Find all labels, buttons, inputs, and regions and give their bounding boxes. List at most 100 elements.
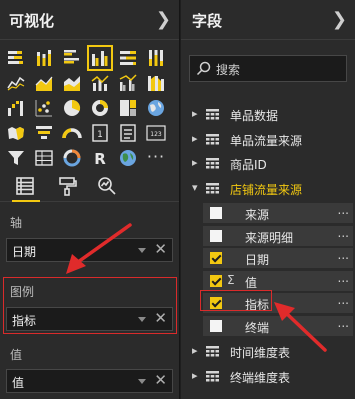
slicer-icon[interactable] — [6, 148, 26, 168]
field-item[interactable]: 来源明细... — [203, 225, 353, 246]
sigma-icon: Σ — [227, 272, 235, 287]
more-options-icon[interactable]: ... — [338, 203, 349, 217]
legend-well-value: 指标 — [12, 314, 37, 328]
field-item[interactable]: 终端... — [203, 315, 353, 336]
close-icon[interactable]: ✕ — [154, 309, 167, 327]
chevron-down-icon[interactable] — [138, 379, 146, 384]
kpi-icon[interactable]: 123 — [146, 123, 166, 143]
table-icon[interactable] — [34, 148, 54, 168]
table-name: 时间维度表 — [230, 346, 291, 360]
field-name: 值 — [245, 275, 258, 290]
field-item[interactable]: Σ 值... — [203, 270, 353, 291]
table-1[interactable]: ▸ 单品流量来源 — [181, 128, 355, 152]
field-checkbox[interactable] — [210, 252, 222, 264]
line-clustered-column-icon[interactable] — [118, 73, 138, 93]
fields-tab-icon[interactable] — [12, 175, 40, 202]
donut-icon[interactable] — [90, 98, 110, 118]
waterfall-icon[interactable] — [6, 98, 26, 118]
table-name: 商品ID — [230, 158, 267, 172]
field-item[interactable]: 来源... — [203, 203, 353, 223]
clustered-bar-icon[interactable] — [62, 48, 82, 68]
field-name: 终端 — [245, 320, 270, 335]
matrix-icon[interactable] — [62, 148, 82, 168]
close-icon[interactable]: ✕ — [154, 240, 167, 258]
svg-text:123: 123 — [150, 131, 162, 138]
visualizations-header: 可视化 ❯ — [0, 0, 179, 40]
card-icon[interactable]: 1 — [90, 123, 110, 143]
field-name: 日期 — [245, 253, 270, 267]
field-name: 来源 — [245, 208, 270, 222]
fields-pane: 字段 ❯ 搜索 ▸ 单品数据 ▸ 单品流量来源 ▸ 商品ID ▾ 店铺流量来源 来源... 来源明… — [181, 0, 355, 399]
fields-header: 字段 ❯ — [181, 0, 355, 40]
fields-title: 字段 — [192, 12, 223, 30]
ribbon-chart-icon[interactable] — [146, 73, 166, 93]
chevron-right-icon[interactable]: ▸ — [192, 369, 198, 382]
table-name: 单品数据 — [230, 109, 279, 123]
more-options-icon[interactable]: ... — [338, 248, 349, 262]
chevron-right-icon[interactable]: ▸ — [192, 107, 198, 120]
visualizations-title: 可视化 — [9, 12, 55, 30]
chevron-down-icon[interactable] — [138, 317, 146, 322]
line-chart-icon[interactable] — [6, 73, 26, 93]
table-more-1[interactable]: ▸ 终端维度表 — [181, 365, 355, 389]
field-checkbox[interactable] — [210, 229, 222, 242]
more-options-icon[interactable]: ... — [338, 316, 349, 330]
funnel-icon[interactable] — [34, 123, 54, 143]
more-options-icon[interactable]: ... — [338, 271, 349, 285]
values-well-label: 值 — [10, 348, 23, 362]
100-stacked-column-icon[interactable] — [146, 48, 166, 68]
stacked-column-icon[interactable] — [34, 48, 54, 68]
values-well[interactable]: 值 ✕ — [6, 369, 173, 393]
table-name: 终端维度表 — [230, 370, 291, 385]
more-options-icon[interactable]: ... — [338, 226, 349, 240]
table-name: 店铺流量来源 — [230, 182, 303, 197]
chevron-right-icon[interactable]: ▸ — [192, 344, 198, 357]
map-icon[interactable] — [146, 98, 166, 118]
search-placeholder: 搜索 — [216, 63, 241, 77]
legend-well[interactable]: 指标 ✕ — [6, 307, 173, 331]
treemap-icon[interactable] — [118, 98, 138, 118]
r-visual-icon[interactable]: R — [90, 148, 110, 168]
field-checkbox[interactable] — [210, 319, 222, 332]
search-icon — [196, 61, 211, 76]
more-options-icon[interactable]: ... — [338, 293, 349, 307]
axis-well[interactable]: 日期 ✕ — [6, 238, 173, 262]
values-well-value: 值 — [12, 376, 25, 390]
field-name: 来源明细 — [245, 230, 294, 245]
close-icon[interactable]: ✕ — [154, 371, 167, 389]
line-column-icon[interactable] — [90, 73, 110, 93]
more-icon[interactable]: ··· — [146, 148, 166, 168]
globe-icon[interactable] — [118, 148, 138, 168]
pie-icon[interactable] — [62, 98, 82, 118]
gauge-icon[interactable] — [62, 123, 82, 143]
chevron-right-icon[interactable]: ❯ — [332, 9, 347, 30]
stacked-bar-icon[interactable] — [6, 48, 26, 68]
visualizations-pane: 可视化 ❯ 1 123 R ··· 轴 日期 ✕ 图例 指标 ✕ 值 值 ✕ — [0, 0, 180, 399]
legend-well-label: 图例 — [10, 285, 35, 299]
multi-row-card-icon[interactable] — [118, 123, 138, 143]
field-checkbox[interactable] — [210, 274, 222, 287]
clustered-column-icon[interactable] — [87, 45, 113, 71]
100-stacked-bar-icon[interactable] — [118, 48, 138, 68]
table-2[interactable]: ▸ 商品ID — [181, 152, 355, 176]
chevron-down-icon[interactable]: ▾ — [192, 181, 198, 194]
field-checkbox[interactable] — [210, 207, 222, 219]
filled-map-icon[interactable] — [6, 123, 26, 143]
chevron-down-icon[interactable] — [138, 248, 146, 253]
field-highlight — [200, 290, 272, 311]
stacked-area-icon[interactable] — [62, 73, 82, 93]
table-3[interactable]: ▾ 店铺流量来源 — [181, 177, 355, 201]
analytics-magnifier-icon[interactable] — [96, 175, 120, 197]
search-input[interactable]: 搜索 — [189, 55, 347, 82]
chevron-right-icon[interactable]: ▸ — [192, 132, 198, 145]
area-chart-icon[interactable] — [34, 73, 54, 93]
format-paint-roller-icon[interactable] — [56, 175, 80, 197]
chevron-right-icon[interactable]: ❯ — [156, 9, 171, 30]
chevron-right-icon[interactable]: ▸ — [192, 156, 198, 169]
field-item[interactable]: 日期... — [203, 248, 353, 268]
axis-well-label: 轴 — [10, 216, 23, 230]
table-more-0[interactable]: ▸ 时间维度表 — [181, 340, 355, 364]
axis-well-value: 日期 — [12, 245, 37, 259]
scatter-icon[interactable] — [34, 98, 54, 118]
table-0[interactable]: ▸ 单品数据 — [181, 103, 355, 127]
